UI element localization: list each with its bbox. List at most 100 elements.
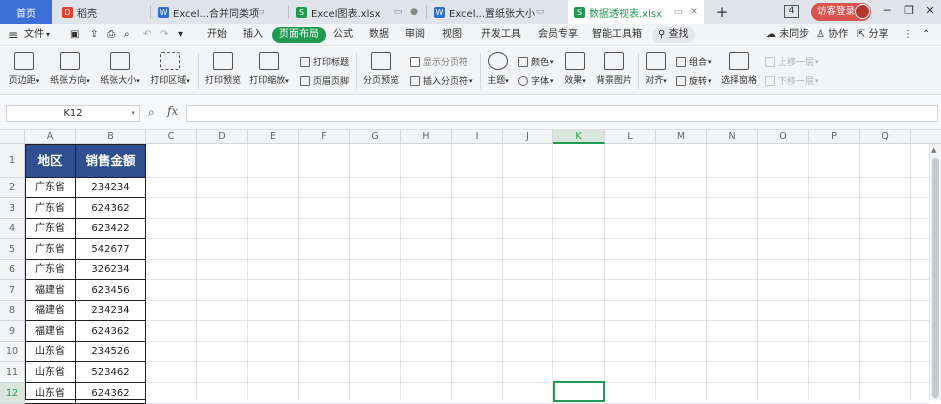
menu-start[interactable]: 开始 — [207, 27, 227, 43]
column-header[interactable]: F — [299, 130, 350, 144]
tab-excel-chart[interactable]: S Excel图表.xlsx ▭ ● — [290, 0, 424, 24]
redo-icon[interactable]: ↷ — [160, 27, 168, 43]
menu-member[interactable]: 会员专享 — [538, 27, 578, 43]
save-icon[interactable]: ▣ — [70, 27, 79, 43]
column-header[interactable]: G — [350, 130, 401, 144]
theme-effect-button[interactable]: 效果▾ — [562, 52, 588, 86]
spreadsheet-grid[interactable]: ABCDEFGHIJKLMNOPQ 1 2 3 4 5 6 7 8 9 10 11 12 地区 销售金额… — [0, 130, 941, 404]
tab-display-icon[interactable]: ▭ — [534, 6, 546, 18]
region-cell[interactable]: 广东省 — [25, 178, 76, 198]
active-cell[interactable] — [553, 381, 605, 402]
tab-count-badge[interactable]: 4 — [784, 5, 799, 18]
sales-amount-cell[interactable]: 542677 — [76, 239, 146, 260]
row-header[interactable]: 5 — [0, 239, 25, 260]
tab-doc-merge[interactable]: W Excel...合并同类项 ▭ — [152, 0, 286, 24]
scroll-up-icon[interactable]: ▲ — [931, 146, 936, 154]
sales-amount-cell[interactable]: 234234 — [76, 178, 146, 198]
select-all-corner[interactable] — [0, 130, 25, 144]
menu-file[interactable]: 文件 ▾ — [24, 27, 50, 43]
region-cell[interactable]: 福建省 — [25, 301, 76, 321]
insert-page-break-button[interactable]: 插入分页符 ▾ — [410, 74, 473, 87]
sales-amount-cell[interactable]: 234526 — [76, 342, 146, 362]
column-header[interactable]: B — [76, 130, 146, 144]
vertical-scrollbar[interactable]: ▲ — [929, 144, 941, 400]
menu-page-layout[interactable]: 页面布局 — [272, 27, 326, 43]
column-header[interactable]: Q — [860, 130, 911, 144]
row-header[interactable]: 2 — [0, 178, 25, 198]
menu-data[interactable]: 数据 — [369, 27, 389, 43]
collab-button[interactable]: ♙ 协作 — [816, 27, 848, 43]
background-image-button[interactable]: 背景图片 — [594, 52, 634, 86]
menu-review[interactable]: 审阅 — [405, 27, 425, 43]
print-title-button[interactable]: 打印标题 — [300, 55, 349, 68]
share-button[interactable]: ⇱ 分享 — [857, 27, 889, 43]
menu-formula[interactable]: 公式 — [333, 27, 353, 43]
column-header[interactable]: H — [401, 130, 452, 144]
table-header-cell[interactable]: 销售金额 — [76, 144, 146, 178]
column-header[interactable]: O — [758, 130, 809, 144]
column-header[interactable]: I — [452, 130, 503, 144]
close-window-icon[interactable]: ✕ — [923, 4, 937, 18]
sales-amount-cell[interactable]: 624362 — [76, 198, 146, 219]
menu-insert[interactable]: 插入 — [243, 27, 263, 43]
sales-amount-cell[interactable]: 234234 — [76, 301, 146, 321]
theme-color-button[interactable]: 颜色 ▾ — [518, 55, 554, 68]
align-button[interactable]: 对齐▾ — [642, 52, 670, 86]
column-header[interactable]: E — [248, 130, 299, 144]
collapse-ribbon-icon[interactable]: ⌃ — [922, 27, 930, 43]
name-box[interactable]: K12 ▾ — [6, 105, 140, 122]
avatar[interactable] — [855, 4, 870, 19]
column-header[interactable]: M — [656, 130, 707, 144]
menu-view[interactable]: 视图 — [442, 27, 462, 43]
row-header[interactable]: 3 — [0, 198, 25, 219]
restore-icon[interactable]: ❐ — [902, 4, 916, 18]
region-cell[interactable]: 山东省 — [25, 383, 76, 404]
scrollbar-thumb[interactable] — [932, 158, 939, 398]
more-options-icon[interactable]: ⋮ — [903, 27, 913, 43]
more-dropdown-icon[interactable]: ▾ — [178, 27, 183, 43]
print-area-button[interactable]: 打印区域▾ — [148, 52, 192, 86]
region-cell[interactable]: 广东省 — [25, 239, 76, 260]
orientation-button[interactable]: 纸张方向▾ — [48, 52, 92, 86]
print-icon[interactable]: ⎙ — [107, 27, 115, 43]
column-header[interactable]: L — [605, 130, 656, 144]
sales-amount-cell[interactable]: 523462 — [76, 362, 146, 383]
sync-button[interactable]: ☁ 未同步 — [766, 27, 809, 43]
sales-amount-cell[interactable]: 624362 — [76, 383, 146, 404]
column-header[interactable]: K — [553, 130, 605, 144]
paper-size-button[interactable]: 纸张大小▾ — [98, 52, 142, 86]
rotate-button[interactable]: 旋转 ▾ — [676, 74, 712, 87]
function-icon[interactable]: fx — [167, 104, 178, 118]
search-button[interactable]: ⚲ 查找 — [652, 27, 695, 43]
region-cell[interactable]: 福建省 — [25, 321, 76, 342]
export-icon[interactable]: ⇪ — [90, 27, 98, 43]
table-header-cell[interactable]: 地区 — [25, 144, 76, 178]
menu-developer[interactable]: 开发工具 — [481, 27, 521, 43]
sales-amount-cell[interactable]: 326234 — [76, 260, 146, 280]
zoom-icon[interactable]: ⌕ — [148, 105, 155, 120]
theme-button[interactable]: 主题▾ — [484, 52, 512, 86]
tab-display-icon[interactable]: ▭ — [672, 6, 684, 18]
tab-home[interactable]: 首页 — [0, 0, 52, 24]
show-page-break-checkbox[interactable]: 显示分页符 — [410, 55, 468, 68]
tab-display-icon[interactable]: ▭ — [392, 6, 404, 18]
print-scale-button[interactable]: 打印缩放▾ — [247, 52, 291, 86]
column-header[interactable]: P — [809, 130, 860, 144]
row-header[interactable]: 11 — [0, 362, 25, 383]
bring-forward-button[interactable]: 上移一层 ▾ — [765, 55, 819, 68]
row-header[interactable]: 8 — [0, 301, 25, 321]
print-preview-button[interactable]: 打印预览 — [204, 52, 242, 86]
region-cell[interactable]: 山东省 — [25, 362, 76, 383]
formula-input[interactable] — [186, 105, 938, 122]
sales-amount-cell[interactable]: 624362 — [76, 321, 146, 342]
tab-daoke[interactable]: D 稻壳 — [56, 0, 148, 24]
undo-icon[interactable]: ↶ — [143, 27, 151, 43]
row-header[interactable]: 12 — [0, 383, 25, 404]
menu-smart-toolbox[interactable]: 智能工具箱 — [592, 27, 642, 43]
row-header[interactable]: 4 — [0, 219, 25, 239]
column-header[interactable]: A — [25, 130, 76, 144]
close-tab-icon[interactable]: ✕ — [688, 6, 700, 18]
margins-button[interactable]: 页边距▾ — [6, 52, 42, 86]
row-header[interactable]: 10 — [0, 342, 25, 362]
preview-icon[interactable]: ⌕ — [124, 27, 130, 43]
